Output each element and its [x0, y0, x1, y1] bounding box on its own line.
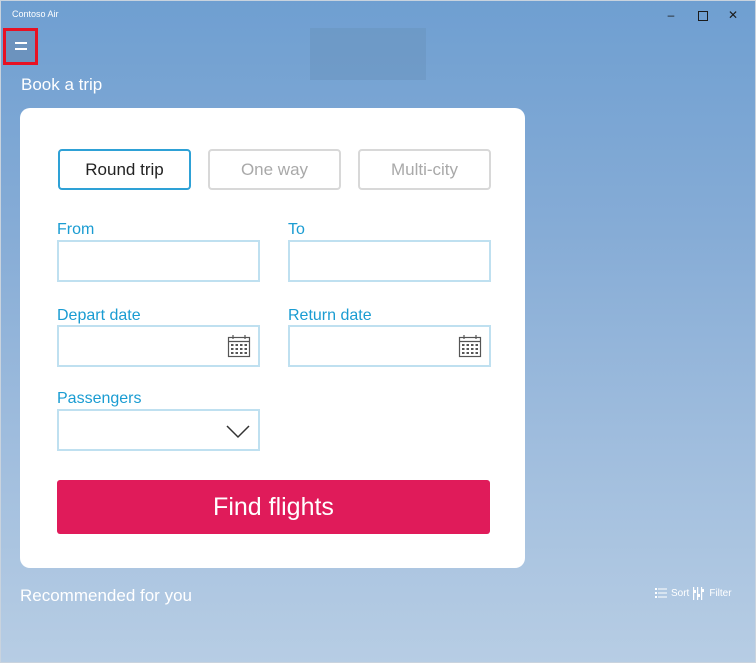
background-shape [310, 28, 426, 80]
maximize-button[interactable] [688, 4, 718, 26]
one-way-button[interactable]: One way [208, 149, 341, 190]
round-trip-button[interactable]: Round trip [58, 149, 191, 190]
return-date-label: Return date [288, 307, 372, 324]
hamburger-menu-icon [15, 48, 27, 50]
to-input[interactable] [288, 240, 491, 282]
find-flights-button[interactable]: Find flights [57, 480, 490, 534]
to-label: To [288, 221, 305, 238]
sort-filter-bar: Sort Filter [655, 587, 732, 600]
multi-city-button[interactable]: Multi-city [358, 149, 491, 190]
hamburger-menu-button[interactable] [3, 28, 38, 65]
return-date-input[interactable] [288, 325, 491, 367]
close-button[interactable]: ✕ [718, 4, 748, 26]
depart-date-label: Depart date [57, 307, 141, 324]
minimize-button[interactable]: – [656, 4, 686, 26]
filter-icon[interactable] [693, 587, 705, 600]
from-input[interactable] [57, 240, 260, 282]
title-bar: Contoso Air – ✕ [0, 0, 756, 30]
sort-icon[interactable] [655, 587, 667, 600]
app-title: Contoso Air [12, 9, 59, 19]
page-title: Book a trip [21, 75, 103, 94]
sort-button[interactable]: Sort [671, 588, 689, 599]
filter-button[interactable]: Filter [709, 588, 731, 599]
hamburger-menu-icon [15, 42, 27, 44]
from-label: From [57, 221, 95, 238]
calendar-icon[interactable] [227, 334, 251, 358]
recommended-title: Recommended for you [20, 586, 192, 605]
booking-card: Round trip One way Multi-city From To De… [20, 108, 525, 568]
maximize-icon [698, 11, 708, 21]
depart-date-input[interactable] [57, 325, 260, 367]
calendar-icon[interactable] [458, 334, 482, 358]
chevron-down-icon [226, 425, 250, 439]
passengers-label: Passengers [57, 390, 142, 407]
passengers-select[interactable] [57, 409, 260, 451]
